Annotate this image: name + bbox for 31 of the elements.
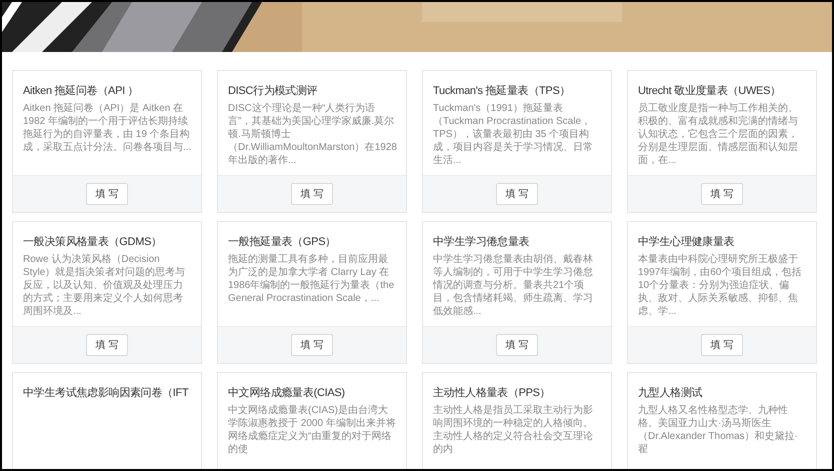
- fill-button[interactable]: 填 写: [86, 334, 128, 356]
- card-title: 中学生学习倦怠量表: [433, 234, 530, 250]
- fill-button[interactable]: 填 写: [291, 183, 333, 205]
- fill-button[interactable]: 填 写: [701, 334, 743, 356]
- card-description: 中文网络成瘾量表(CIAS)是由台湾大学陈淑惠教授于 2000 年编制出来并将网络成瘾症定义为“由重复的对于网络的使: [228, 404, 397, 456]
- card-description: 本量表由中科院心理研究所王极盛于1997年编制，由60个项目组成，包括10个分量表：分别为强迫症状、偏执、敌对、人际关系敏感、抑郁、焦虑、学...: [638, 253, 802, 318]
- card-description: DISC这个理论是一种“人类行为语言”，其基础为美国心理学家威廉.莫尔顿.马斯顿博士（Dr.WilliamMoultonMarston）在1928年出版的著作...: [228, 102, 397, 167]
- card-description: Aitken 拖延问卷（API）是 Aitken 在 1982 年编制的一个用于评估长期持续拖延行为的自评量表，由 19 个条目构成，采取五点计分法。问卷各项目与...: [23, 102, 192, 154]
- fill-button[interactable]: 填 写: [496, 334, 538, 356]
- card-title: 主动性人格量表（PPS）: [433, 386, 552, 401]
- card-title: 一般拖延量表（GPS）: [228, 235, 337, 250]
- card-title: Utrecht 敬业度量表（UWES）: [638, 84, 782, 99]
- fill-button[interactable]: 填 写: [86, 183, 128, 205]
- card-description: Rowe 认为决策风格（Decision Style）就是指决策者对问题的思考与反应，以及认知、价值观及处理压力的方式；主要用来定义个人如何思考周围环境及...: [23, 253, 186, 318]
- fill-button[interactable]: 填 写: [496, 183, 538, 205]
- card-description: 九型人格又名性格型态学、九种性格。美国亚力山大·汤马斯医生（Dr.Alexander Thomas）和史黛拉·翟: [638, 404, 799, 456]
- fill-button[interactable]: 填 写: [291, 334, 333, 356]
- card-description: 主动性人格是指员工采取主动行为影响周围环境的一种稳定的人格倾向。主动性人格的定义符合社会交互理论的内: [433, 404, 594, 456]
- card-description: Tuckman's（1991）拖延量表（Tuckman Procrastination Scale，TPS），该量表最初由 35 个项目构成，项目内容是关于学习情况、日常生活...: [433, 102, 594, 167]
- card-description: 员工敬业度是指一种与工作相关的、积极的、富有成就感和完满的情绪与认知状态，它包含三个层面的因素，分别是生理层面、情感层面和认知层面，在...: [638, 102, 799, 167]
- card-title: 九型人格测试: [638, 386, 704, 401]
- card-title: 一般决策风格量表（GDMS）: [23, 235, 163, 250]
- card-description: 拖延的测量工具有多种，目前应用最为广泛的是加拿大学者 Clarry Lay 在1986年编制的一般拖延行为量表（the General Procrastination Scale，...: [228, 253, 396, 305]
- card-title: Aitken 拖延问卷（API ）: [23, 84, 140, 99]
- fill-button[interactable]: 填 写: [701, 183, 743, 205]
- card-title: 中学生考试焦虑影响因素问卷（IFT: [23, 386, 190, 401]
- card-title: 中文网络成瘾量表(CIAS): [228, 386, 346, 401]
- card-title: DISC行为模式测评: [228, 84, 318, 99]
- card-description: 中学生学习倦怠量表由胡俏、戴春林等人编制的，可用于中学生学习倦怠情况的调查与分析。量表共21个项目，包含情绪耗竭、师生疏离、学习低效能感...: [433, 253, 594, 318]
- card-title: 中学生心理健康量表: [638, 234, 736, 250]
- card-title: Tuckman's 拖延量表（TPS）: [433, 84, 572, 99]
